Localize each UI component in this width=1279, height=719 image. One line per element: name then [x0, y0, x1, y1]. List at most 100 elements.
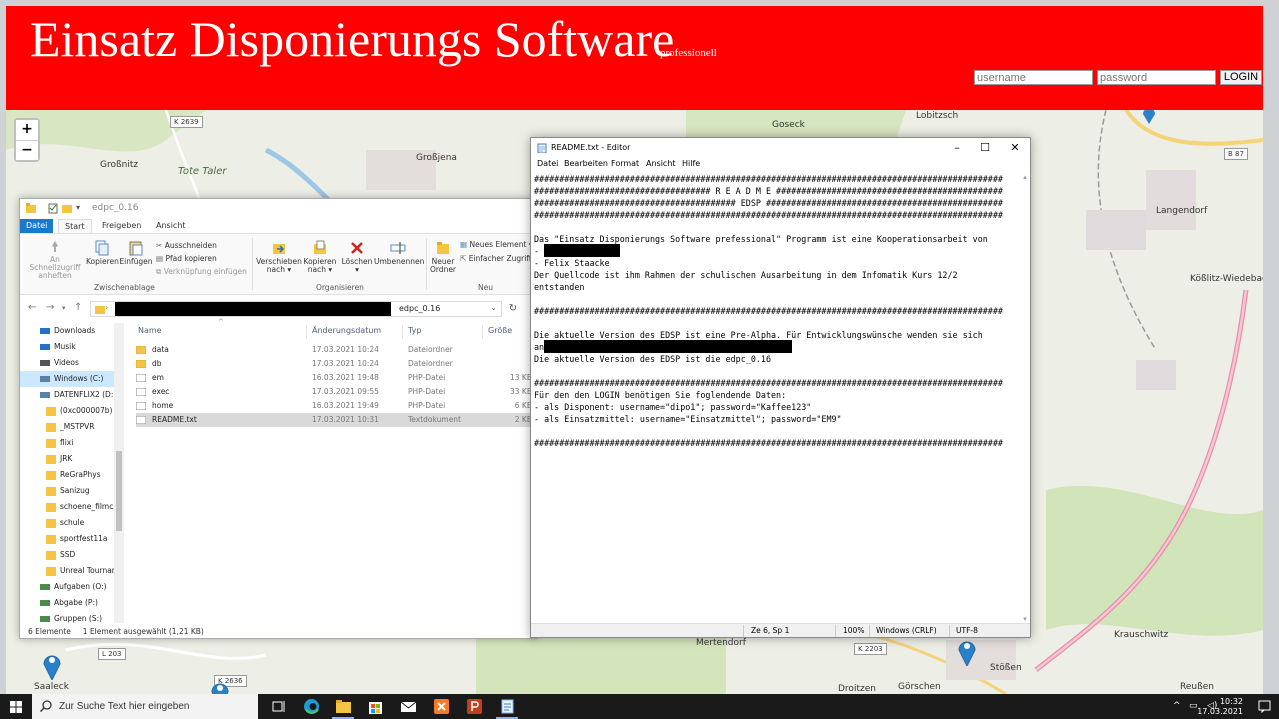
nav-item[interactable]: ReGraPhys [20, 467, 124, 483]
up-arrow-icon[interactable]: ↑ [74, 302, 82, 313]
scroll-up-icon[interactable]: ▴ [1021, 173, 1029, 181]
delete-button[interactable]: Löschen ▾ [340, 240, 374, 274]
nav-item[interactable]: Videos [20, 355, 124, 371]
clock-time[interactable]: 10:32 [1220, 697, 1243, 706]
taskbar-search[interactable]: Zur Suche Text hier eingeben [32, 694, 258, 719]
nav-item[interactable]: JRK [20, 451, 124, 467]
notepad-taskbar-icon[interactable] [498, 697, 517, 716]
menu-format[interactable]: Format [611, 159, 639, 168]
map-marker-icon[interactable] [42, 650, 62, 680]
column-header-size[interactable]: Größe [488, 326, 512, 335]
new-folder-icon[interactable] [62, 203, 72, 214]
clock-date[interactable]: 17.03.2021 [1197, 707, 1243, 716]
map-road-k2203: K 2203 [854, 643, 887, 655]
nav-item[interactable]: schoene_filmcl [20, 499, 124, 515]
paste-shortcut-button[interactable]: ⧉ Verknüpfung einfügen [156, 267, 247, 277]
nav-item[interactable]: sportfest11a [20, 531, 124, 547]
password-input[interactable] [1097, 70, 1216, 85]
file-explorer-icon[interactable] [334, 697, 353, 716]
file-row[interactable]: home 16.03.2021 19:49 PHP-Datei 6 KB [136, 399, 532, 413]
copy-path-button[interactable]: ▤ Pfad kopieren [156, 254, 217, 264]
menu-edit[interactable]: Bearbeiten [564, 159, 608, 168]
task-view-icon[interactable] [270, 697, 289, 716]
nav-item[interactable]: Windows (C:) [20, 371, 124, 387]
store-icon[interactable] [366, 697, 385, 716]
address-bar[interactable]: › edpc_0.16 ⌄ [90, 301, 502, 317]
copy-button[interactable]: Kopieren [86, 240, 119, 266]
maximize-button[interactable]: ☐ [971, 140, 999, 156]
nav-item[interactable]: Sanizug [20, 483, 124, 499]
column-header-date[interactable]: Änderungsdatum [312, 326, 381, 335]
quick-access-dropdown-icon[interactable]: ▾ [76, 203, 80, 212]
move-to-label: Verschieben nach [256, 257, 302, 274]
paste-button[interactable]: Einfügen [119, 240, 153, 266]
map-marker-icon[interactable] [957, 636, 977, 666]
file-row[interactable]: README.txt 17.03.2021 10:31 Textdokument 2 … [136, 413, 532, 427]
nav-item[interactable]: Aufgaben (O:) [20, 579, 124, 595]
nav-item[interactable]: _MSTPVR [20, 419, 124, 435]
tab-view[interactable]: Ansicht [150, 219, 192, 233]
notepad-titlebar[interactable]: README.txt - Editor – ☐ ✕ [531, 138, 1030, 158]
notepad-vertical-scrollbar[interactable]: ▴ ▾ [1021, 173, 1029, 623]
login-button[interactable]: LOGIN [1220, 70, 1262, 85]
rename-button[interactable]: Umbenennen [374, 240, 424, 266]
nav-item[interactable]: Musik [20, 339, 124, 355]
notification-icon[interactable] [1258, 700, 1271, 713]
file-row[interactable]: em 16.03.2021 19:48 PHP-Datei 13 KB [136, 371, 532, 385]
nav-item[interactable]: Gruppen (S:) [20, 611, 124, 623]
map-marker-icon[interactable] [210, 678, 230, 694]
new-item-button[interactable]: ▦ Neues Element ▾ [460, 240, 533, 250]
properties-icon[interactable] [48, 203, 58, 214]
easy-access-button[interactable]: ⇱ Einfacher Zugriff [460, 254, 531, 264]
nav-item[interactable]: flixi [20, 435, 124, 451]
copy-to-button[interactable]: Kopieren nach ▾ [302, 240, 338, 274]
forward-arrow-icon[interactable]: → [46, 302, 54, 313]
cut-button[interactable]: ✂ Ausschneiden [156, 241, 217, 251]
column-header-type[interactable]: Typ [408, 326, 421, 335]
powerpoint-icon[interactable] [465, 697, 484, 716]
file-row[interactable]: db 17.03.2021 10:24 Dateiordner [136, 357, 532, 371]
menu-file[interactable]: Datei [537, 159, 558, 168]
pin-quick-access-button[interactable]: An Schnellzugriff anheften [24, 240, 86, 280]
nav-item[interactable]: Abgabe (P:) [20, 595, 124, 611]
scrollbar-thumb[interactable] [116, 451, 122, 531]
nav-item[interactable]: Downloads [20, 323, 124, 339]
tab-file[interactable]: Datei [20, 219, 54, 233]
recent-dropdown-icon[interactable]: ▾ [62, 304, 66, 312]
nav-item[interactable]: (0xc000007b) [20, 403, 124, 419]
edge-icon[interactable] [302, 697, 321, 716]
scroll-down-icon[interactable]: ▾ [1021, 615, 1029, 623]
menu-view[interactable]: Ansicht [646, 159, 676, 168]
username-input[interactable] [974, 70, 1093, 85]
minimize-button[interactable]: – [943, 140, 971, 156]
zoom-in-button[interactable]: + [16, 120, 38, 140]
close-button[interactable]: ✕ [1001, 140, 1029, 156]
navigation-scrollbar[interactable] [114, 323, 124, 623]
file-row[interactable]: exec 17.03.2021 09:55 PHP-Datei 33 KB [136, 385, 532, 399]
menu-help[interactable]: Hilfe [682, 159, 700, 168]
refresh-icon[interactable]: ↻ [506, 302, 520, 316]
zoom-out-button[interactable]: − [16, 140, 38, 160]
new-folder-button[interactable]: Neuer Ordner [428, 240, 458, 274]
nav-item[interactable]: DATENFLIX2 (D:) [20, 387, 124, 403]
notepad-text-area[interactable]: ########################################… [534, 173, 1020, 623]
tab-share[interactable]: Freigeben [96, 219, 147, 233]
nav-item[interactable]: SSD [20, 547, 124, 563]
file-row[interactable]: data 17.03.2021 10:24 Dateiordner [136, 343, 532, 357]
move-to-button[interactable]: Verschieben nach ▾ [256, 240, 302, 274]
xampp-icon[interactable] [432, 697, 451, 716]
column-divider[interactable] [306, 325, 307, 339]
map-marker-icon[interactable] [1142, 110, 1156, 124]
chevron-up-icon[interactable]: ^ [1173, 701, 1181, 711]
column-divider[interactable] [402, 325, 403, 339]
explorer-titlebar[interactable]: ▾ edpc_0.16 [20, 199, 536, 219]
nav-item[interactable]: schule [20, 515, 124, 531]
tab-start[interactable]: Start [58, 219, 92, 233]
mail-icon[interactable] [399, 697, 418, 716]
nav-item[interactable]: Unreal Tournar [20, 563, 124, 579]
start-button[interactable] [0, 694, 32, 719]
column-header-name[interactable]: Name [138, 326, 162, 335]
column-divider[interactable] [482, 325, 483, 339]
back-arrow-icon[interactable]: ← [28, 302, 36, 313]
address-dropdown-icon[interactable]: ⌄ [490, 303, 497, 312]
